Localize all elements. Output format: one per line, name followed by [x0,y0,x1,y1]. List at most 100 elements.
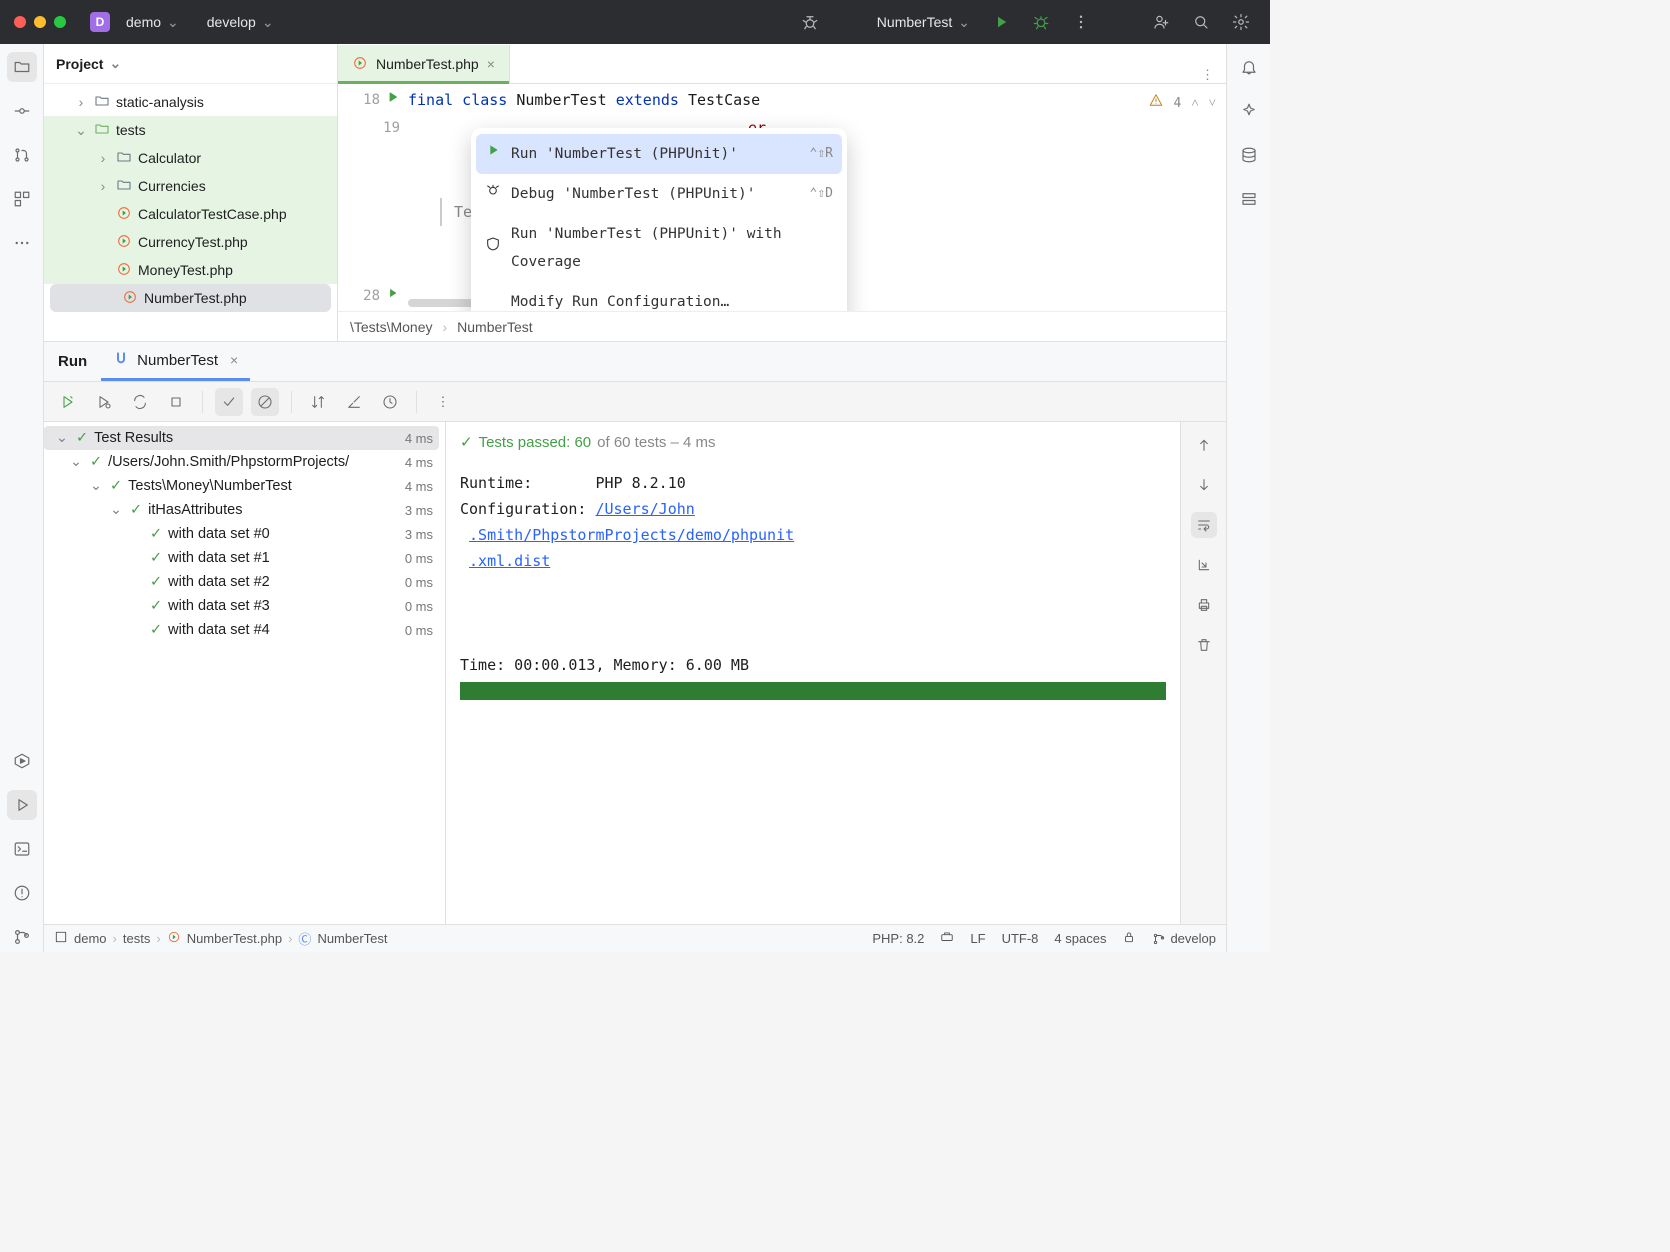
commit-tool-icon[interactable] [7,96,37,126]
rerun-failed-icon[interactable] [90,388,118,416]
expand-all-icon[interactable] [340,388,368,416]
services-tool-icon[interactable] [7,746,37,776]
chevron-right-icon[interactable]: › [96,178,110,194]
more-tools-icon[interactable] [7,228,37,258]
zoom-window-icon[interactable] [54,16,66,28]
tree-file[interactable]: CurrencyTest.php [44,228,337,256]
run-config-dropdown[interactable]: NumberTest ⌄ [865,10,976,35]
readonly-icon[interactable] [1122,930,1136,947]
code-area[interactable]: final class NumberTest extends TestCase … [408,84,1226,311]
remote-host-icon[interactable] [1234,184,1264,214]
close-tab-icon[interactable]: × [230,352,238,368]
history-icon[interactable] [376,388,404,416]
run-config-tab[interactable]: NumberTest × [101,342,250,381]
breadcrumb-segment[interactable]: \Tests\Money [350,319,432,335]
notifications-icon[interactable] [1234,52,1264,82]
soft-wrap-icon[interactable] [1191,512,1217,538]
debug-attach-icon[interactable] [795,7,825,37]
chevron-down-icon[interactable]: ⌄ [74,122,88,139]
test-leaf[interactable]: ✓with data set #40 ms [44,618,439,642]
show-ignored-icon[interactable] [251,388,279,416]
status-php-version[interactable]: PHP: 8.2 [872,931,924,946]
tab-options-icon[interactable]: ⋮ [1189,67,1226,83]
test-results-tree[interactable]: ⌄✓Test Results4 ms ⌄✓/Users/John.Smith/P… [44,422,446,924]
close-tab-icon[interactable]: × [487,56,495,72]
tree-file[interactable]: MoneyTest.php [44,256,337,284]
status-branch[interactable]: develop [1152,931,1216,946]
chevron-down-icon[interactable]: ⌄ [108,502,124,518]
breadcrumb-segment[interactable]: NumberTest [317,931,387,946]
scroll-up-icon[interactable] [1191,432,1217,458]
tree-folder-tests[interactable]: ⌄tests [44,116,337,144]
debug-icon[interactable] [1026,7,1056,37]
test-leaf[interactable]: ✓with data set #20 ms [44,570,439,594]
tree-file[interactable]: CalculatorTestCase.php [44,200,337,228]
config-path-link[interactable]: .xml.dist [469,552,550,570]
scroll-to-end-icon[interactable] [1191,552,1217,578]
breadcrumb-segment[interactable]: NumberTest [457,319,532,335]
config-path-link[interactable]: .Smith/PhpstormProjects/demo/phpunit [469,526,794,544]
project-tool-icon[interactable] [7,52,37,82]
search-icon[interactable] [1186,7,1216,37]
settings-gear-icon[interactable] [1226,7,1256,37]
options-icon[interactable]: ⋮ [429,388,457,416]
vcs-tool-icon[interactable] [7,922,37,952]
menu-run[interactable]: Run 'NumberTest (PHPUnit)' ⌃⇧R [476,134,842,174]
clear-icon[interactable] [1191,632,1217,658]
toggle-auto-test-icon[interactable] [126,388,154,416]
config-path-link[interactable]: /Users/John [595,500,694,518]
test-leaf[interactable]: ✓with data set #30 ms [44,594,439,618]
breadcrumb-segment[interactable]: tests [123,931,150,946]
run-icon[interactable] [986,7,1016,37]
problems-tool-icon[interactable] [7,878,37,908]
tree-file-selected[interactable]: NumberTest.php [50,284,331,312]
editor-breadcrumb[interactable]: \Tests\Money › NumberTest [338,311,1226,341]
project-tree[interactable]: ›static-analysis ⌄tests ›Calculator ›Cur… [44,84,337,341]
code-with-me-icon[interactable] [1146,7,1176,37]
scroll-down-icon[interactable] [1191,472,1217,498]
chevron-down-icon[interactable]: ⌄ [88,478,104,494]
status-encoding[interactable]: UTF-8 [1002,931,1039,946]
chevron-down-icon[interactable]: ˅ [1209,90,1216,118]
test-leaf[interactable]: ✓with data set #10 ms [44,546,439,570]
terminal-tool-icon[interactable] [7,834,37,864]
test-node[interactable]: ⌄✓/Users/John.Smith/PhpstormProjects/4 m… [44,450,439,474]
tree-folder-static-analysis[interactable]: ›static-analysis [44,88,337,116]
test-console[interactable]: ✓ Tests passed: 60 of 60 tests – 4 ms Ru… [446,422,1180,924]
editor-tab[interactable]: NumberTest.php × [338,45,510,83]
branch-dropdown[interactable]: develop ⌄ [195,10,280,35]
close-window-icon[interactable] [14,16,26,28]
test-leaf[interactable]: ✓with data set #03 ms [44,522,439,546]
chevron-down-icon[interactable]: ⌄ [68,454,84,470]
breadcrumb[interactable]: demo› tests› NumberTest.php› Ⓒ NumberTes… [54,929,388,948]
test-root[interactable]: ⌄✓Test Results4 ms [44,426,439,450]
inspection-widget[interactable]: 4 ˄ ˅ [1149,90,1216,118]
chevron-down-icon[interactable]: ⌄ [54,430,70,446]
print-icon[interactable] [1191,592,1217,618]
chevron-right-icon[interactable]: › [74,94,88,110]
tree-folder-calculator[interactable]: ›Calculator [44,144,337,172]
structure-tool-icon[interactable] [7,184,37,214]
run-tool-icon[interactable] [7,790,37,820]
tree-folder-currencies[interactable]: ›Currencies [44,172,337,200]
project-dropdown[interactable]: demo⌄ [120,10,185,35]
minimize-window-icon[interactable] [34,16,46,28]
menu-modify-config[interactable]: Modify Run Configuration… [471,282,847,311]
chevron-right-icon[interactable]: › [96,150,110,166]
test-node[interactable]: ⌄✓Tests\Money\NumberTest4 ms [44,474,439,498]
status-indent[interactable]: 4 spaces [1054,931,1106,946]
chevron-up-icon[interactable]: ˄ [1191,90,1198,118]
rerun-icon[interactable] [54,388,82,416]
breadcrumb-segment[interactable]: NumberTest.php [187,931,282,946]
run-gutter-icon[interactable] [386,86,400,114]
sort-icon[interactable] [304,388,332,416]
run-gutter-icon[interactable] [386,282,400,310]
menu-debug[interactable]: Debug 'NumberTest (PHPUnit)' ⌃⇧D [471,174,847,214]
database-icon[interactable] [1234,140,1264,170]
project-panel-header[interactable]: Project ⌄ [44,44,337,84]
pull-requests-icon[interactable] [7,140,37,170]
status-line-ending[interactable]: LF [970,931,985,946]
ai-assistant-icon[interactable] [1234,96,1264,126]
breadcrumb-segment[interactable]: demo [74,931,107,946]
menu-coverage[interactable]: Run 'NumberTest (PHPUnit)' with Coverage [471,214,847,282]
